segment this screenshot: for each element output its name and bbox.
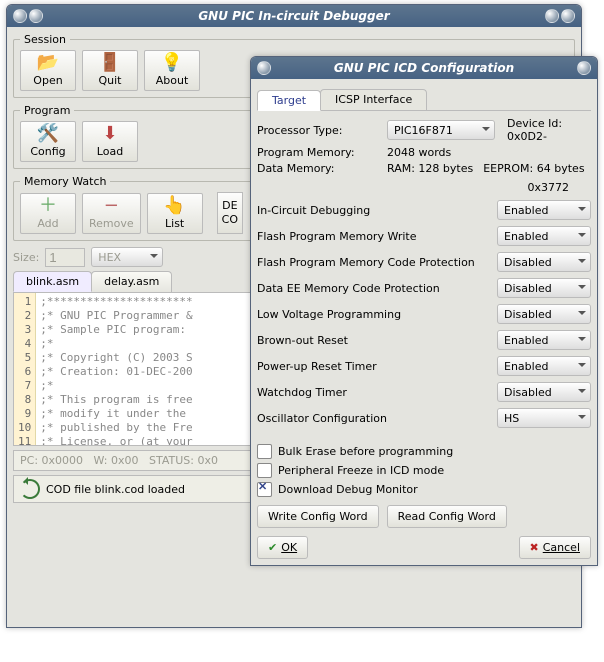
tools-icon: 🛠️ bbox=[27, 125, 69, 143]
window-menu-icon[interactable] bbox=[257, 61, 271, 75]
window-sticky-icon[interactable] bbox=[29, 9, 43, 23]
add-watch-button: ＋Add bbox=[20, 193, 76, 234]
opt-label: Flash Program Memory Code Protection bbox=[257, 256, 475, 269]
editor-code: ;********************** ;* GNU PIC Progr… bbox=[36, 293, 196, 445]
config-button[interactable]: 🛠️Config bbox=[20, 121, 76, 162]
prog-mem-value: 2048 words bbox=[387, 146, 591, 159]
session-legend: Session bbox=[20, 33, 70, 46]
check-periph-freeze[interactable]: Peripheral Freeze in ICD mode bbox=[257, 463, 591, 478]
eeprom-value: EEPROM: 64 bytes bbox=[483, 162, 584, 175]
status-pc: PC: 0x0000 bbox=[20, 454, 83, 467]
size-label: Size: bbox=[13, 251, 39, 264]
checkbox-icon[interactable] bbox=[257, 444, 272, 459]
opt-combo-code-protect[interactable]: Disabled bbox=[497, 252, 591, 272]
opt-combo-wdt[interactable]: Disabled bbox=[497, 382, 591, 402]
ok-button[interactable]: ✔OK bbox=[257, 536, 308, 559]
status-reg: STATUS: 0x0 bbox=[149, 454, 218, 467]
checkbox-icon[interactable] bbox=[257, 463, 272, 478]
load-button[interactable]: ⬇Load bbox=[82, 121, 138, 162]
write-config-button[interactable]: Write Config Word bbox=[257, 505, 379, 528]
x-icon: ✖ bbox=[530, 541, 539, 554]
exit-icon: 🚪 bbox=[89, 54, 131, 72]
status-w: W: 0x00 bbox=[94, 454, 139, 467]
data-mem-label: Data Memory: bbox=[257, 162, 387, 175]
list-watch-button[interactable]: 👆List bbox=[147, 193, 203, 234]
maximize-icon[interactable] bbox=[545, 9, 559, 23]
hand-list-icon: 👆 bbox=[154, 197, 196, 215]
plus-icon: ＋ bbox=[27, 197, 69, 215]
opt-label: Flash Program Memory Write bbox=[257, 230, 417, 243]
format-combo[interactable]: HEX bbox=[91, 247, 163, 267]
open-button[interactable]: 📂Open bbox=[20, 50, 76, 91]
config-dialog: GNU PIC ICD Configuration Target ICSP In… bbox=[250, 56, 598, 566]
opt-label: Power-up Reset Timer bbox=[257, 360, 377, 373]
folder-open-icon: 📂 bbox=[27, 54, 69, 72]
program-legend: Program bbox=[20, 104, 74, 117]
editor-gutter: 1234567891011121314 bbox=[14, 293, 36, 445]
main-titlebar[interactable]: GNU PIC In-circuit Debugger bbox=[7, 5, 581, 27]
reload-icon[interactable] bbox=[20, 479, 40, 499]
dialog-title: GNU PIC ICD Configuration bbox=[334, 61, 514, 75]
opt-label: In-Circuit Debugging bbox=[257, 204, 370, 217]
opt-label: Watchdog Timer bbox=[257, 386, 347, 399]
dialog-tabs: Target ICSP Interface bbox=[257, 87, 591, 111]
check-bulk-erase[interactable]: Bulk Erase before programming bbox=[257, 444, 591, 459]
tab-icsp[interactable]: ICSP Interface bbox=[320, 89, 427, 110]
partial-button[interactable]: DE CO bbox=[217, 192, 243, 234]
check-icon: ✔ bbox=[268, 541, 277, 554]
ram-value: RAM: 128 bytes bbox=[387, 162, 473, 175]
opt-combo-lvp[interactable]: Disabled bbox=[497, 304, 591, 324]
main-window-title: GNU PIC In-circuit Debugger bbox=[198, 9, 389, 23]
download-icon: ⬇ bbox=[89, 125, 131, 143]
opt-combo-osc[interactable]: HS bbox=[497, 408, 591, 428]
prog-mem-label: Program Memory: bbox=[257, 146, 387, 159]
opt-combo-icd[interactable]: Enabled bbox=[497, 200, 591, 220]
close-icon[interactable] bbox=[561, 9, 575, 23]
tab-target[interactable]: Target bbox=[257, 90, 321, 111]
read-config-button[interactable]: Read Config Word bbox=[387, 505, 507, 528]
check-download-monitor[interactable]: Download Debug Monitor bbox=[257, 482, 591, 497]
program-group: Program 🛠️Config ⬇Load bbox=[13, 104, 290, 169]
opt-label: Data EE Memory Code Protection bbox=[257, 282, 440, 295]
lightbulb-icon: 💡 bbox=[151, 54, 193, 72]
opt-label: Oscillator Configuration bbox=[257, 412, 387, 425]
window-menu-icon[interactable] bbox=[13, 9, 27, 23]
minus-icon: − bbox=[89, 197, 134, 215]
size-input bbox=[45, 248, 85, 267]
tab-delay-asm[interactable]: delay.asm bbox=[91, 271, 172, 292]
message-text: COD file blink.cod loaded bbox=[46, 483, 185, 496]
opt-label: Brown-out Reset bbox=[257, 334, 348, 347]
proc-type-combo[interactable]: PIC16F871 bbox=[387, 120, 495, 140]
opt-combo-flash-write[interactable]: Enabled bbox=[497, 226, 591, 246]
remove-watch-button: −Remove bbox=[82, 193, 141, 234]
opt-label: Low Voltage Programming bbox=[257, 308, 401, 321]
memory-watch-legend: Memory Watch bbox=[20, 175, 110, 188]
opt-combo-ee-protect[interactable]: Disabled bbox=[497, 278, 591, 298]
dialog-titlebar[interactable]: GNU PIC ICD Configuration bbox=[251, 57, 597, 79]
proc-type-label: Processor Type: bbox=[257, 124, 387, 137]
opt-combo-bor[interactable]: Enabled bbox=[497, 330, 591, 350]
close-icon[interactable] bbox=[577, 61, 591, 75]
cancel-button[interactable]: ✖Cancel bbox=[519, 536, 591, 559]
about-button[interactable]: 💡About bbox=[144, 50, 200, 91]
quit-button[interactable]: 🚪Quit bbox=[82, 50, 138, 91]
device-id: Device Id: 0x0D2- bbox=[507, 117, 591, 143]
tab-blink-asm[interactable]: blink.asm bbox=[13, 271, 92, 292]
opt-combo-pwrt[interactable]: Enabled bbox=[497, 356, 591, 376]
config-word-value: 0x3772 bbox=[257, 181, 569, 194]
checkbox-icon[interactable] bbox=[257, 482, 272, 497]
